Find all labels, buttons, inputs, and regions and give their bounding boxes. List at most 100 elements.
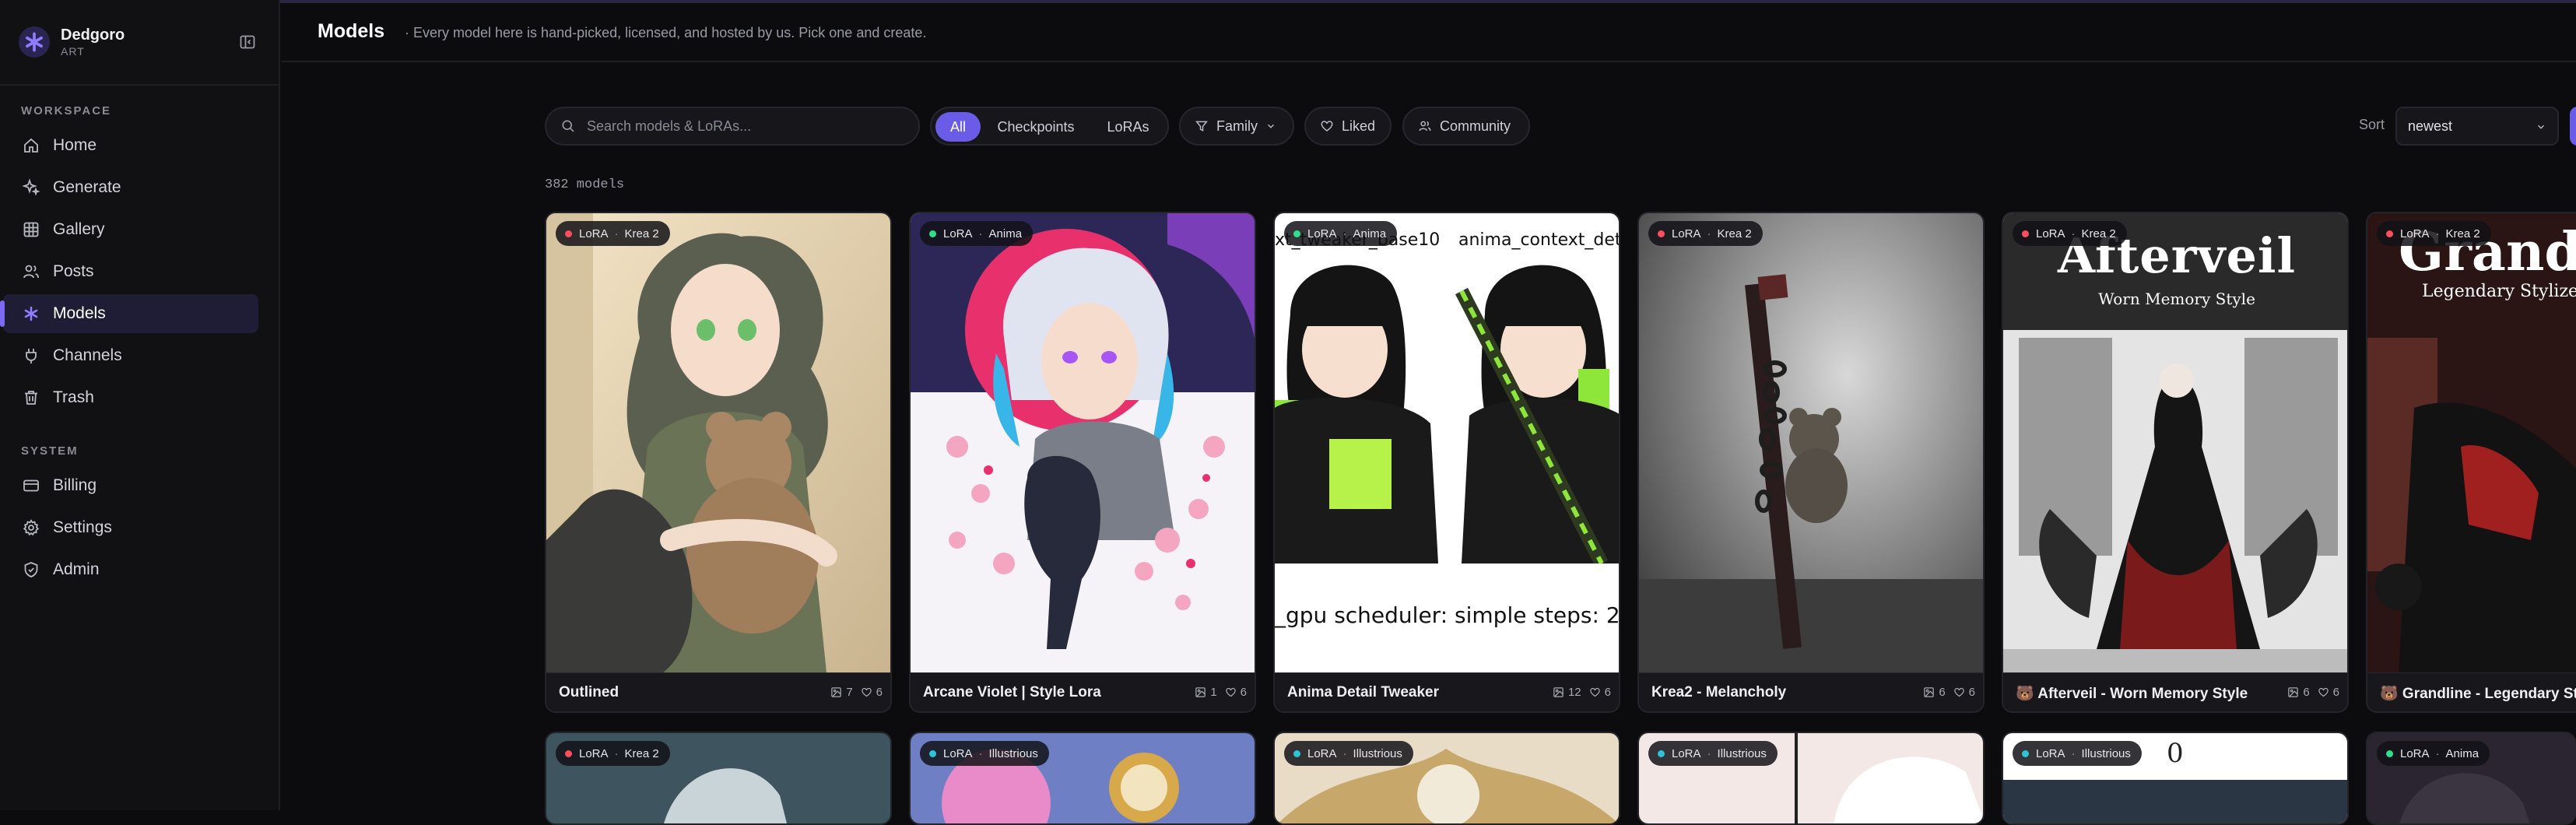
search-box[interactable] bbox=[545, 107, 920, 146]
model-thumbnail bbox=[546, 213, 890, 672]
search-input[interactable] bbox=[585, 117, 897, 135]
badge-type: LoRA bbox=[1307, 746, 1337, 760]
card-stats: 1 6 bbox=[1187, 686, 1247, 699]
model-badge: LoRA · Krea 2 bbox=[2013, 221, 2127, 246]
heart-icon[interactable] bbox=[1225, 686, 1237, 698]
users-icon bbox=[22, 262, 40, 281]
model-card[interactable]: LoRA · Krea 2 Outlined 7 6 bbox=[545, 212, 892, 713]
model-badge: LoRA · Krea 2 bbox=[2377, 221, 2491, 246]
sidebar-item-admin[interactable]: Admin bbox=[3, 550, 258, 589]
model-badge: LoRA · Anima bbox=[920, 221, 1034, 246]
family-filter[interactable]: Family bbox=[1179, 107, 1294, 146]
sort-value: newest bbox=[2408, 118, 2453, 134]
model-title: Krea2 - Melancholy bbox=[1651, 684, 1787, 700]
sidebar-item-billing[interactable]: Billing bbox=[3, 466, 258, 505]
thumbnail-text: _gpu scheduler: simple steps: 20 see bbox=[1275, 602, 1620, 628]
sidebar-item-label: Home bbox=[53, 136, 97, 154]
badge-family: Illustrious bbox=[2081, 746, 2131, 760]
image-icon bbox=[2288, 687, 2299, 697]
heart-icon[interactable] bbox=[2318, 686, 2329, 698]
model-card[interactable]: LoRA · Illustrious bbox=[909, 732, 1256, 825]
sidebar-item-label: Posts bbox=[53, 262, 94, 280]
heart-icon bbox=[1321, 121, 1333, 132]
community-filter[interactable]: Community bbox=[1402, 107, 1530, 146]
grid-icon bbox=[22, 220, 40, 239]
card-footer: Krea2 - Melancholy 6 6 bbox=[1639, 672, 1983, 711]
page-title: Models bbox=[318, 20, 385, 42]
sidebar-item-channels[interactable]: Channels bbox=[3, 336, 258, 375]
collapse-sidebar-icon[interactable] bbox=[238, 33, 257, 51]
sort-select[interactable]: newest bbox=[2395, 107, 2559, 146]
badge-family: Krea 2 bbox=[2081, 226, 2116, 240]
status-dot bbox=[2022, 230, 2029, 237]
model-card[interactable]: xt_tweaker_base10 anima_context_detaile … bbox=[1273, 212, 1620, 713]
badge-type: LoRA bbox=[2036, 746, 2065, 760]
badge-family: Krea 2 bbox=[624, 226, 659, 240]
image-count: 12 bbox=[1567, 686, 1581, 699]
heart-icon[interactable] bbox=[1589, 686, 1601, 698]
model-card[interactable]: LoRA · Anima Arcane Violet | Style Lora 1 … bbox=[909, 212, 1256, 713]
sidebar-item-label: Gallery bbox=[53, 220, 105, 238]
segment-loras[interactable]: LoRAs bbox=[1091, 112, 1165, 142]
sort-direction-button[interactable] bbox=[2570, 107, 2576, 146]
thumbnail-text: 0 bbox=[2167, 738, 2184, 769]
sidebar-item-generate[interactable]: Generate bbox=[3, 168, 258, 207]
badge-family: Illustrious bbox=[1717, 746, 1767, 760]
like-count: 6 bbox=[876, 686, 883, 699]
model-card[interactable]: LoRA · Illustrious bbox=[1273, 732, 1620, 825]
brand[interactable]: Dedgoro ART bbox=[16, 23, 265, 62]
status-dot bbox=[1658, 230, 1665, 237]
model-card[interactable]: Afterveil Worn Memory Style LoRA · Krea 2 … bbox=[2002, 212, 2349, 713]
sidebar-item-label: Settings bbox=[53, 518, 112, 536]
model-card[interactable]: LoRA · Krea 2 Krea2 - Melancholy 6 6 bbox=[1637, 212, 1985, 713]
status-dot bbox=[1293, 230, 1300, 237]
image-icon bbox=[1553, 687, 1563, 697]
model-title: 🐻 Afterveil - Worn Memory Style bbox=[2016, 686, 2248, 702]
badge-type: LoRA bbox=[2036, 226, 2065, 240]
status-dot bbox=[929, 230, 936, 237]
model-card[interactable]: LoRA · Anima bbox=[2366, 732, 2576, 825]
badge-family: Anima bbox=[2445, 746, 2479, 760]
model-badge: LoRA · Krea 2 bbox=[556, 221, 670, 246]
model-title: 🐻 Grandline - Legendary Stylized bbox=[2380, 686, 2576, 702]
sidebar-item-models[interactable]: Models bbox=[0, 294, 258, 333]
chevron-down-icon bbox=[2538, 125, 2544, 129]
model-badge: LoRA · Anima bbox=[1284, 221, 1398, 246]
sidebar-item-trash[interactable]: Trash bbox=[3, 378, 258, 417]
heart-icon[interactable] bbox=[1953, 686, 1965, 698]
sidebar: Dedgoro ART WORKSPACE Home Generate Gall… bbox=[0, 0, 280, 810]
segment-all[interactable]: All bbox=[935, 112, 981, 142]
image-icon bbox=[1195, 687, 1206, 697]
image-icon bbox=[1924, 687, 1935, 697]
sidebar-item-posts[interactable]: Posts bbox=[3, 252, 258, 291]
segment-checkpoints[interactable]: Checkpoints bbox=[986, 112, 1086, 142]
workspace-label: WORKSPACE bbox=[21, 104, 112, 118]
sidebar-item-label: Billing bbox=[53, 476, 97, 494]
liked-filter[interactable]: Liked bbox=[1304, 107, 1392, 146]
model-title: Arcane Violet | Style Lora bbox=[923, 684, 1101, 700]
model-card[interactable]: LoRA · Illustrious bbox=[1637, 732, 1985, 825]
status-dot bbox=[2386, 230, 2393, 237]
model-badge: LoRA · Anima bbox=[2377, 741, 2490, 766]
status-dot bbox=[565, 230, 572, 237]
model-badge: LoRA · Krea 2 bbox=[1648, 221, 1763, 246]
sidebar-item-label: Generate bbox=[53, 178, 121, 196]
badge-family: Anima bbox=[1353, 226, 1387, 240]
model-thumbnail bbox=[1639, 213, 1983, 672]
image-count: 7 bbox=[846, 686, 853, 699]
heart-icon[interactable] bbox=[861, 686, 872, 698]
model-card[interactable]: LoRA · Krea 2 bbox=[545, 732, 892, 825]
model-card[interactable]: 0 LoRA · Illustrious bbox=[2002, 732, 2349, 825]
image-icon bbox=[831, 687, 842, 697]
sidebar-item-settings[interactable]: Settings bbox=[3, 508, 258, 547]
plug-icon bbox=[22, 346, 40, 365]
model-card[interactable]: Grand Legendary Stylized I LoRA·Krea 2 🐻… bbox=[2366, 212, 2576, 713]
chevron-down-icon bbox=[1268, 124, 1274, 128]
card-stats: 7 6 bbox=[823, 686, 883, 699]
badge-type: LoRA bbox=[1672, 746, 1701, 760]
model-thumbnail bbox=[911, 213, 1255, 672]
badge-family: Krea 2 bbox=[2445, 226, 2480, 240]
badge-type: LoRA bbox=[2400, 746, 2430, 760]
sidebar-item-gallery[interactable]: Gallery bbox=[3, 210, 258, 249]
sidebar-item-home[interactable]: Home bbox=[3, 126, 258, 165]
